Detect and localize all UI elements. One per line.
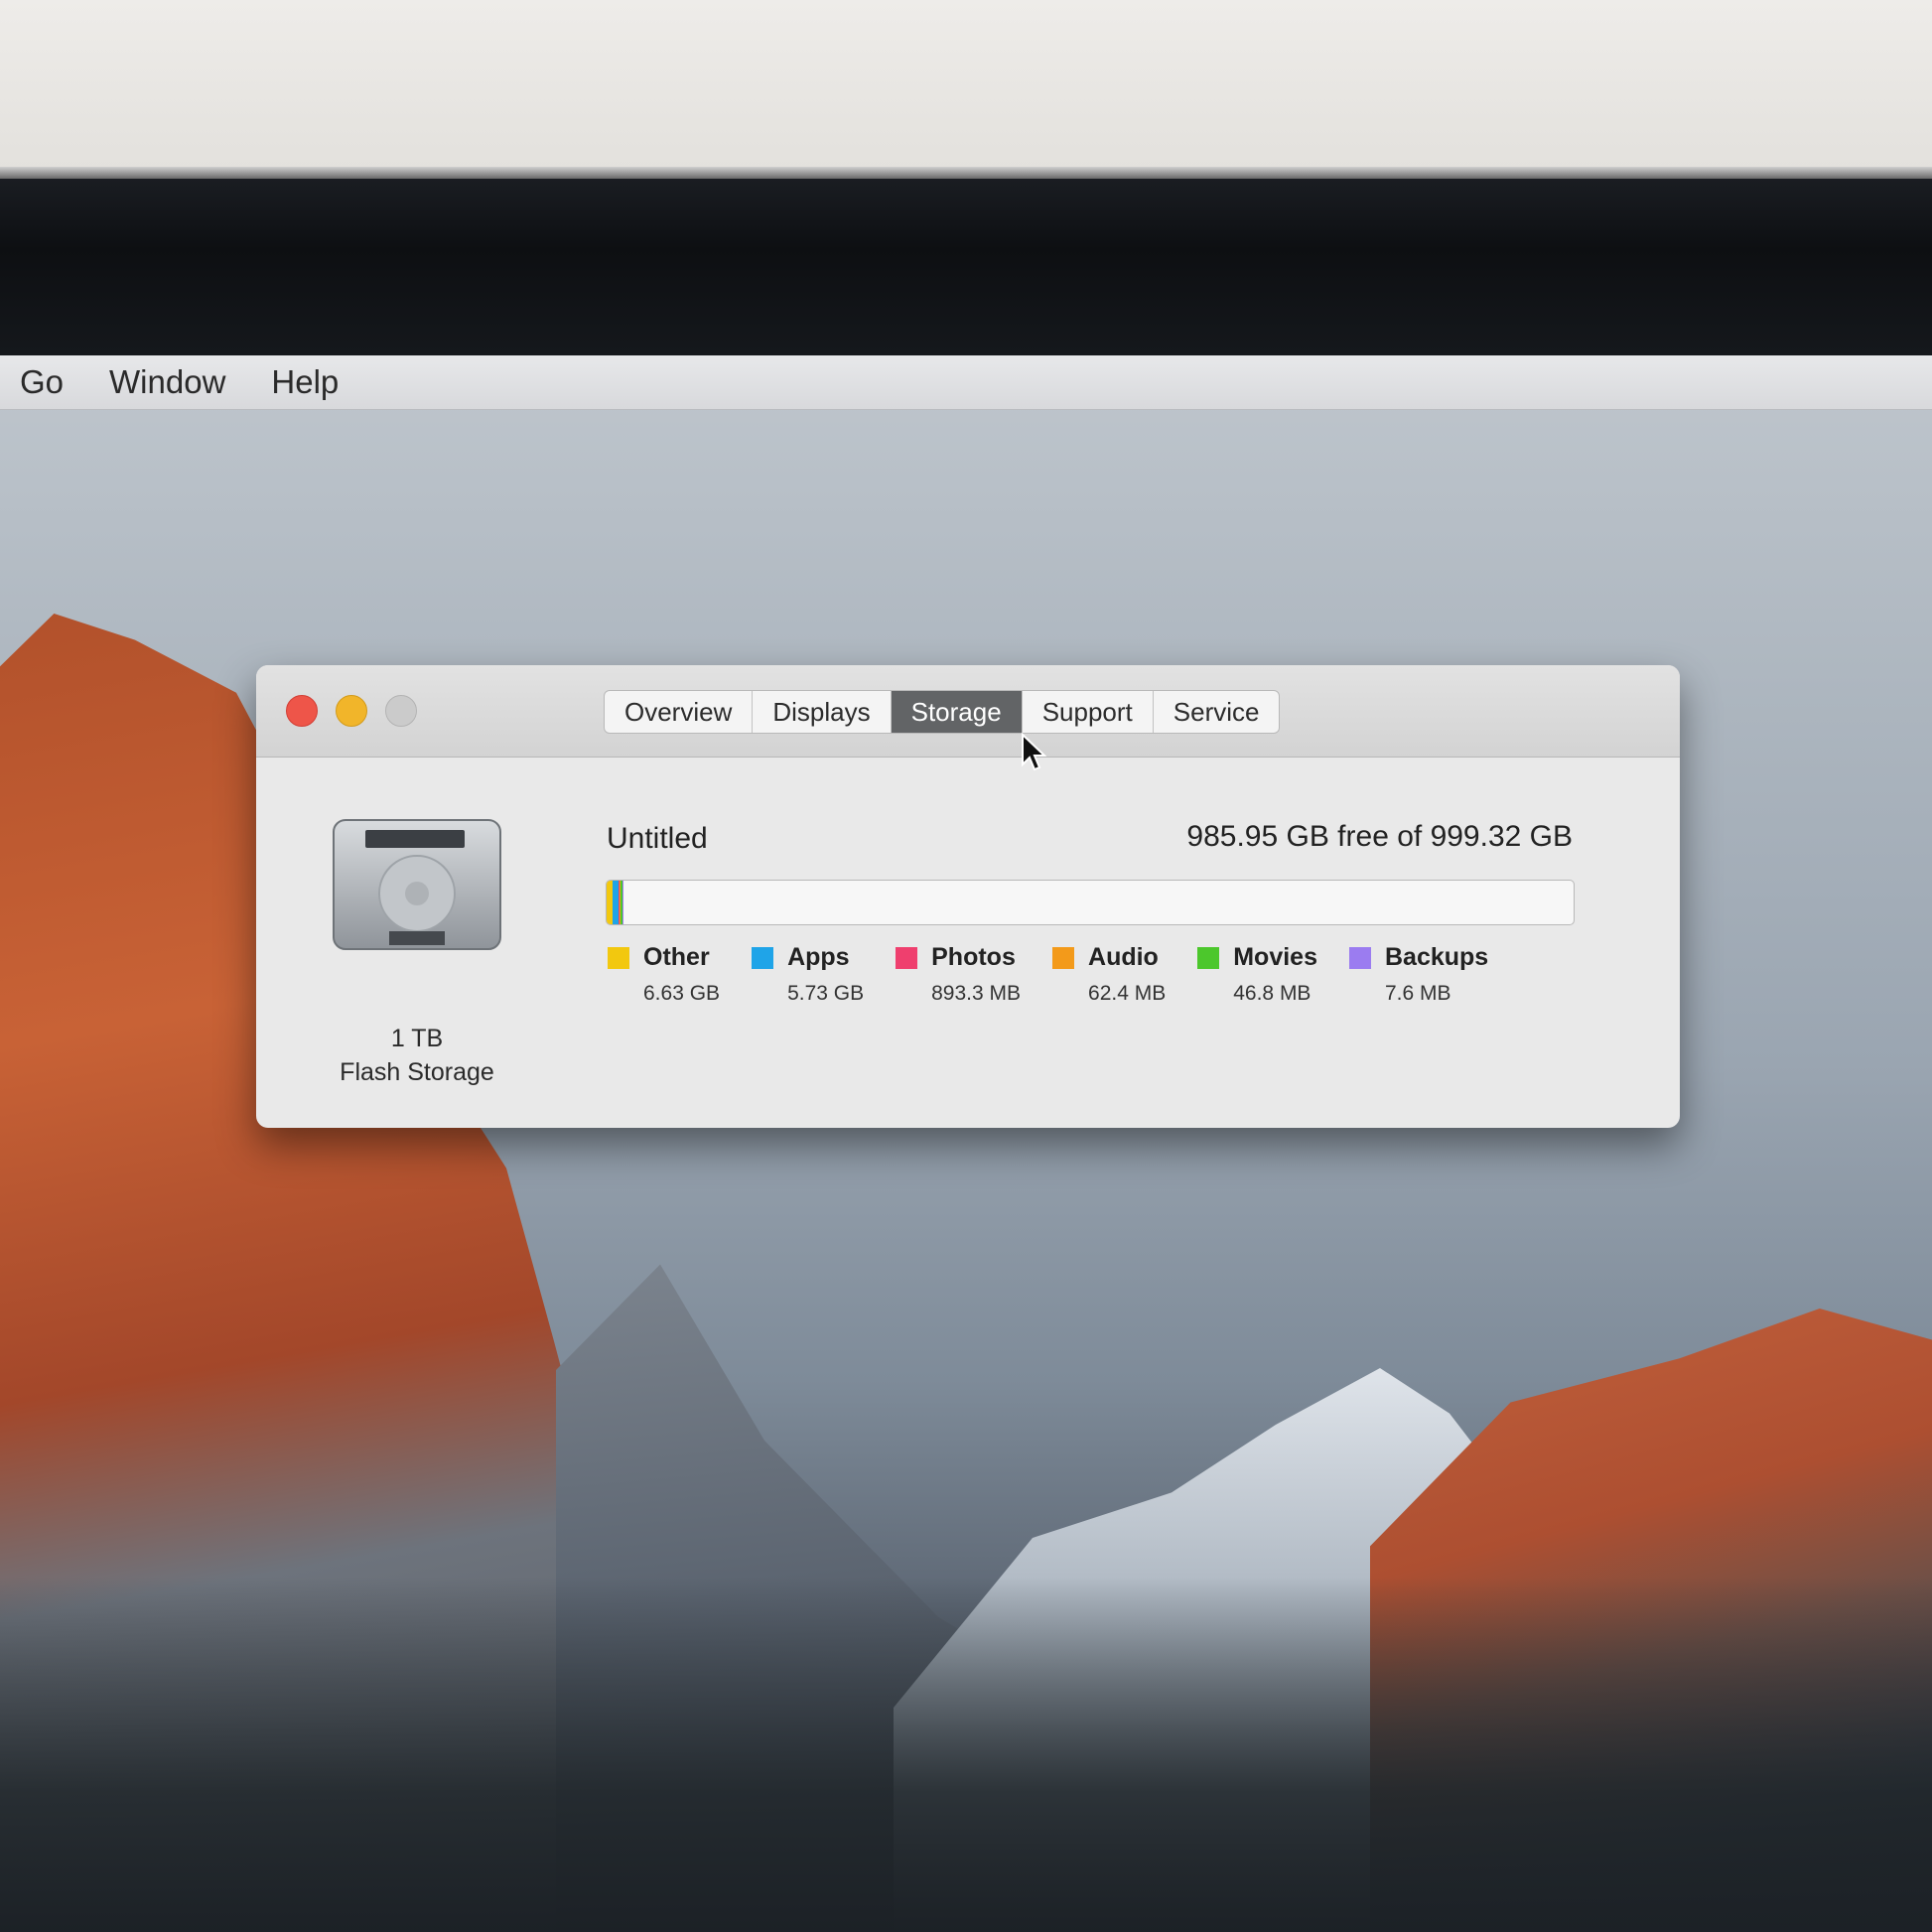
legend-name: Movies — [1233, 943, 1317, 971]
legend-swatch — [1197, 946, 1220, 969]
legend-size: 62.4 MB — [1088, 982, 1167, 1005]
screen-bezel — [0, 179, 1932, 488]
legend-swatch — [1052, 946, 1075, 969]
minimize-button[interactable] — [336, 695, 367, 727]
menu-bar: Go Window Help — [0, 355, 1932, 410]
legend-item-header: Apps — [752, 943, 864, 972]
about-this-mac-window: Overview Displays Storage Support Servic… — [256, 665, 1680, 1128]
usage-segment-backups[interactable] — [621, 881, 623, 924]
legend-size: 6.63 GB — [643, 982, 721, 1005]
menu-go[interactable]: Go — [20, 363, 64, 401]
legend-item-apps: Apps 5.73 GB — [752, 943, 864, 1006]
legend-item-header: Movies — [1197, 943, 1317, 972]
wallpaper-forest — [0, 1577, 1932, 1932]
legend-swatch — [896, 946, 918, 969]
legend-swatch — [608, 946, 629, 969]
menu-window[interactable]: Window — [109, 363, 225, 401]
window-titlebar: Overview Displays Storage Support Servic… — [256, 665, 1680, 771]
drive-type: Flash Storage — [340, 1058, 494, 1086]
legend-swatch — [1349, 946, 1371, 969]
menu-help[interactable]: Help — [271, 363, 339, 401]
tab-service[interactable]: Service — [1154, 691, 1280, 733]
legend-name: Apps — [787, 943, 850, 971]
legend-item-other: Other 6.63 GB — [608, 943, 720, 1006]
legend-item-header: Audio — [1052, 943, 1166, 972]
legend-name: Backups — [1385, 943, 1489, 971]
legend-size: 46.8 MB — [1233, 982, 1311, 1005]
drive-capacity: 1 TB — [390, 1025, 444, 1052]
mouse-pointer-icon — [1022, 733, 1046, 771]
legend-item-header: Other — [608, 943, 720, 972]
storage-legend: Other 6.63 GB Apps 5.73 GB Photos 893.3 MB Aud… — [608, 943, 1520, 1006]
legend-name: Audio — [1088, 943, 1159, 971]
laptop-bezel-edge — [0, 167, 1932, 179]
free-space-text: 985.95 GB free of 999.32 GB — [1186, 820, 1573, 853]
legend-item-audio: Audio 62.4 MB — [1052, 943, 1166, 1006]
legend-item-photos: Photos 893.3 MB — [896, 943, 1021, 1006]
tab-bar: Overview Displays Storage Support Servic… — [604, 690, 1281, 734]
legend-swatch — [752, 946, 774, 969]
tab-displays[interactable]: Displays — [753, 691, 892, 733]
legend-size: 7.6 MB — [1385, 982, 1451, 1005]
tab-storage[interactable]: Storage — [891, 691, 1023, 733]
hard-drive-icon — [333, 819, 501, 950]
legend-item-header: Backups — [1349, 943, 1488, 972]
screen: Go Window Help Overview Displays Storage… — [0, 355, 1932, 1932]
legend-item-movies: Movies 46.8 MB — [1197, 943, 1317, 1006]
storage-usage-bar[interactable] — [606, 880, 1575, 925]
legend-name: Other — [643, 943, 710, 971]
tab-support[interactable]: Support — [1023, 691, 1154, 733]
close-button[interactable] — [286, 695, 318, 727]
tab-overview[interactable]: Overview — [605, 691, 754, 733]
legend-size: 893.3 MB — [931, 982, 1022, 1005]
volume-name: Untitled — [607, 822, 708, 855]
laptop-bezel-top — [0, 0, 1932, 169]
legend-item-backups: Backups 7.6 MB — [1349, 943, 1488, 1006]
zoom-button[interactable] — [385, 695, 417, 727]
legend-item-header: Photos — [896, 943, 1021, 972]
legend-name: Photos — [931, 943, 1016, 971]
legend-size: 5.73 GB — [787, 982, 865, 1005]
